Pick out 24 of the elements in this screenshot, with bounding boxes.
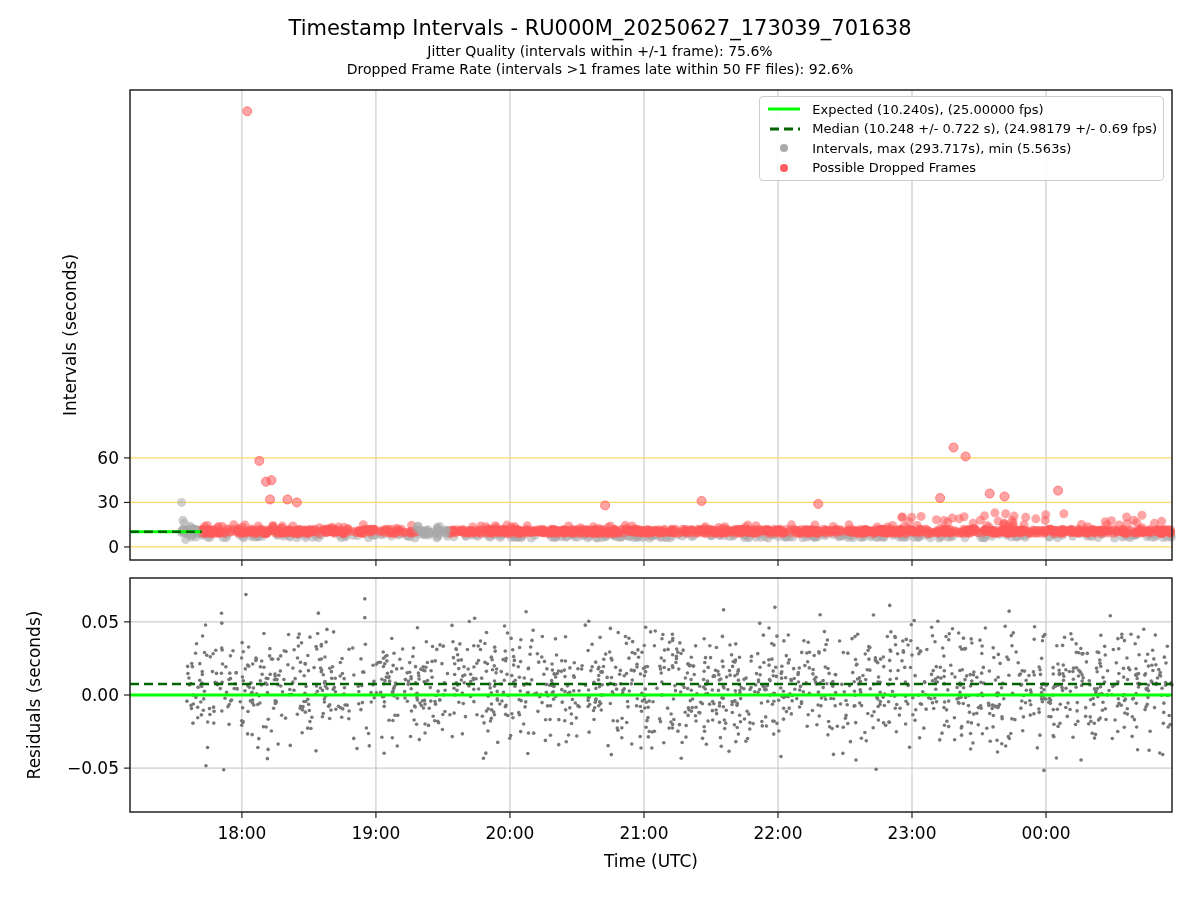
legend-label: Expected (10.240s), (25.00000 fps) bbox=[812, 100, 1044, 119]
x-axis-label: Time (UTC) bbox=[604, 851, 698, 871]
x-tick-label: 23:00 bbox=[887, 823, 937, 843]
y-tick-label: 60 bbox=[97, 447, 119, 468]
x-tick-label: 20:00 bbox=[485, 823, 535, 843]
y-tick-label: 0.05 bbox=[81, 611, 119, 632]
y-tick-label: −0.05 bbox=[66, 758, 119, 779]
y-axis-label: Intervals (seconds) bbox=[60, 253, 80, 417]
x-tick-label: 19:00 bbox=[351, 823, 401, 843]
figure-subtitle: Jitter Quality (intervals within +/-1 frame): 75.6% bbox=[427, 42, 773, 60]
x-tick-label: 00:00 bbox=[1021, 823, 1071, 843]
x-tick-label: 21:00 bbox=[619, 823, 669, 843]
y-tick-label: 30 bbox=[97, 492, 119, 513]
legend-label: Possible Dropped Frames bbox=[812, 159, 976, 177]
y-axis-label: Residuals (seconds) bbox=[24, 610, 44, 780]
figure-title: Timestamp Intervals - RU000M_20250627_173039_701638 bbox=[288, 15, 912, 42]
x-tick-label: 18:00 bbox=[217, 823, 267, 843]
reference-lines bbox=[130, 530, 202, 534]
y-tick-label: 0 bbox=[108, 536, 119, 557]
legend-label: Median (10.248 +/- 0.722 s), (24.98179 +/- 0.69 fps) bbox=[812, 120, 1157, 138]
legend-label: Intervals, max (293.717s), min (5.563s) bbox=[812, 139, 1072, 158]
figure-subtitle: Dropped Frame Rate (intervals >1 frames late within 50 FF files): 92.6% bbox=[346, 60, 854, 78]
y-tick-label: 0.00 bbox=[81, 685, 119, 705]
x-tick-label: 22:00 bbox=[753, 823, 803, 843]
